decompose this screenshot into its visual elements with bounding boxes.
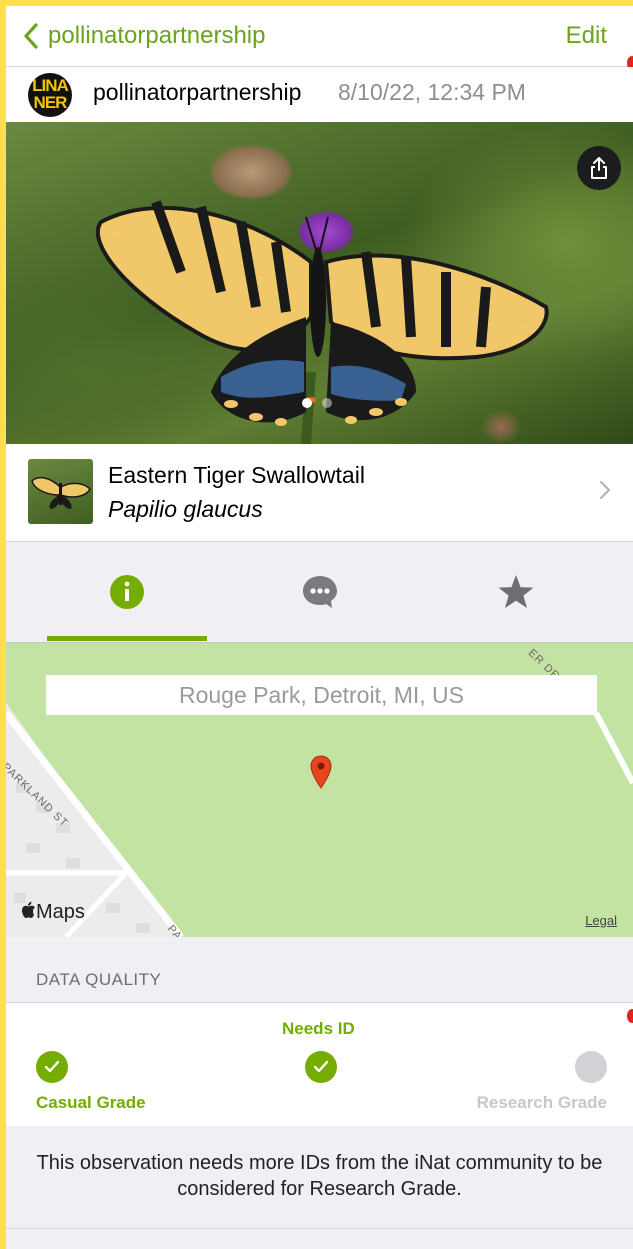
apple-maps-logo: Maps xyxy=(20,901,85,924)
maps-label: Maps xyxy=(36,901,85,923)
tab-info[interactable] xyxy=(27,542,227,642)
share-icon xyxy=(591,157,607,179)
taxon-thumbnail xyxy=(28,459,93,524)
tab-favorites[interactable] xyxy=(416,542,616,642)
page-dot xyxy=(322,398,332,408)
data-quality-note-text: This observation needs more IDs from the… xyxy=(36,1152,603,1200)
casual-grade-check-icon xyxy=(36,1051,68,1083)
checkmark-icon xyxy=(313,1060,329,1073)
taxon-scientific-name: Papilio glaucus xyxy=(108,496,263,522)
selected-tab-indicator xyxy=(47,636,207,641)
location-label[interactable]: Rouge Park, Detroit, MI, US xyxy=(46,675,597,715)
avatar-logo: LINA NER xyxy=(32,76,69,112)
taxon-common-name: Eastern Tiger Swallowtail xyxy=(108,462,365,488)
navigation-bar: pollinatorpartnership Edit xyxy=(6,6,633,70)
research-grade-empty-icon xyxy=(575,1051,607,1083)
data-quality-panel: Needs ID Casual Grade Research Grade xyxy=(6,1002,633,1128)
taxon-row[interactable]: Eastern Tiger Swallowtail Papilio glaucu… xyxy=(6,444,633,542)
tab-activity[interactable] xyxy=(220,542,420,642)
observer-row[interactable]: LINA NER pollinatorpartnership 8/10/22, 1… xyxy=(6,67,633,122)
stage-label-casual-grade: Casual Grade xyxy=(36,1093,146,1112)
page-dot-active xyxy=(302,398,312,408)
detail-tabs xyxy=(6,542,633,643)
data-quality-header: DATA QUALITY xyxy=(36,970,162,989)
observation-screen: pollinatorpartnership Edit LINA NER polli… xyxy=(6,6,633,1249)
divider xyxy=(6,1228,633,1229)
photo-page-indicator[interactable] xyxy=(302,398,332,408)
butterfly-thumbnail-image xyxy=(31,476,91,509)
legal-link[interactable]: Legal xyxy=(585,913,617,928)
edge-marker xyxy=(627,1009,633,1023)
chevron-right-icon xyxy=(599,480,611,500)
map-pin-icon[interactable] xyxy=(310,755,332,789)
needs-id-check-icon xyxy=(305,1051,337,1083)
stage-label-research-grade: Research Grade xyxy=(476,1093,607,1112)
location-map[interactable]: PARKLAND ST ER DR PA Rouge Park, Detroit… xyxy=(6,643,633,937)
butterfly-image xyxy=(95,200,549,444)
data-quality-note: This observation needs more IDs from the… xyxy=(6,1126,633,1228)
observation-datetime: 8/10/22, 12:34 PM xyxy=(338,79,526,105)
checkmark-icon xyxy=(44,1060,60,1073)
observation-photo[interactable] xyxy=(6,122,633,444)
stage-label-needs-id: Needs ID xyxy=(282,1019,355,1038)
share-button[interactable] xyxy=(577,146,621,190)
edit-button[interactable]: Edit xyxy=(566,18,607,54)
apple-logo-icon xyxy=(22,901,35,918)
chat-bubble-icon xyxy=(303,576,337,608)
observer-username[interactable]: pollinatorpartnership xyxy=(93,79,301,106)
info-icon xyxy=(110,575,144,609)
star-icon xyxy=(498,575,534,608)
chevron-left-icon xyxy=(24,23,38,49)
back-button-label: pollinatorpartnership xyxy=(48,22,266,49)
avatar[interactable]: LINA NER xyxy=(28,73,72,117)
back-button[interactable]: pollinatorpartnership xyxy=(24,18,265,54)
